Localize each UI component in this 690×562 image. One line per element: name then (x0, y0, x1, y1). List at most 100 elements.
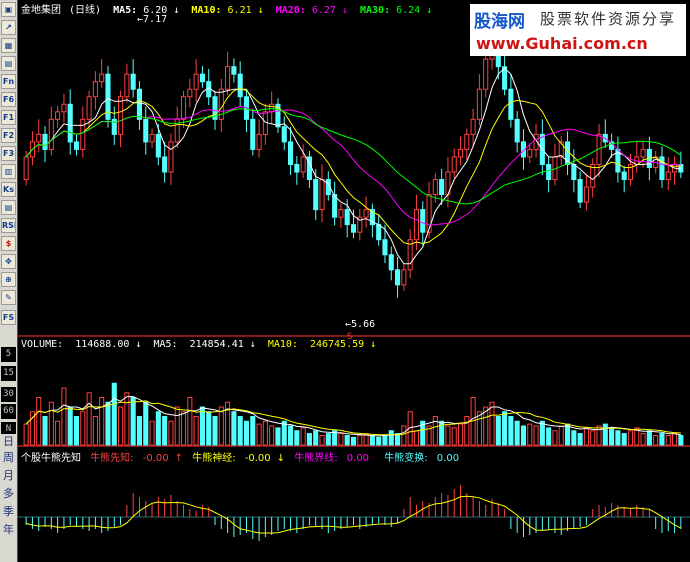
volume-bar (583, 427, 589, 446)
watermark-url: www.Guhai.com.cn (476, 34, 648, 53)
candle-body (231, 66, 237, 75)
volume-bar (596, 425, 602, 446)
volume-bar (508, 416, 514, 446)
volume-bar (646, 430, 652, 446)
volume-bar (143, 401, 149, 446)
candle-body (55, 111, 61, 120)
grid-icon[interactable]: ▦ (1, 38, 16, 53)
period-button-0[interactable]: 日 (1, 434, 16, 449)
volume-bar (558, 425, 564, 446)
candle-body (432, 179, 438, 196)
candle-body (281, 126, 287, 143)
candle-body (640, 148, 646, 158)
vol-ma10-legend: MA10: 246745.59 ↓ (267, 339, 377, 350)
period-button-5[interactable]: 年 (1, 522, 16, 537)
volume-bar (124, 392, 130, 446)
zoom-icon[interactable]: ⊕ (1, 272, 16, 287)
candle-body (476, 88, 482, 120)
move-icon[interactable]: ✥ (1, 254, 16, 269)
candle-body (344, 209, 350, 226)
volume-bar (533, 425, 539, 446)
fund-icon[interactable]: F6 (1, 92, 16, 107)
volume-bar (231, 411, 237, 446)
volume-bar (300, 427, 306, 446)
ma5-legend: MA5: 6.20 ↓ (113, 5, 180, 16)
window-icon[interactable]: ▣ (1, 2, 16, 17)
fund-icon[interactable]: F1 (1, 110, 16, 125)
rsi-icon[interactable]: RSI (1, 218, 16, 233)
dmi-icon[interactable]: ▤ (1, 200, 16, 215)
chart-area[interactable]: ←7.17 ←5.66 S (17, 0, 690, 562)
candle-body (149, 133, 155, 143)
candle-body (199, 73, 205, 83)
candle-body (457, 148, 464, 158)
ks-icon[interactable]: Ks (1, 182, 16, 197)
volume-bar (313, 430, 319, 446)
volume-scale-label: 15 (1, 366, 16, 381)
indicator-line2: 牛熊神经: -0.00 ↓ (192, 453, 286, 464)
fund-icon[interactable]: Fn (1, 74, 16, 89)
fs-icon[interactable]: FS (1, 310, 16, 325)
volume-bar (564, 423, 571, 446)
volume-bar (382, 435, 388, 446)
volume-bar (168, 420, 174, 446)
fund-icon[interactable]: F3 (1, 146, 16, 161)
volume-bar (319, 435, 325, 446)
indicator-header: 个股牛熊先知 牛熊先知: -0.00 ↑ 牛熊神经: -0.00 ↓ 牛熊界线: 0… (21, 449, 471, 464)
volume-bar (502, 411, 508, 446)
period-button-2[interactable]: 月 (1, 468, 16, 483)
ma10-legend: MA10: 6.21 ↓ (191, 5, 264, 16)
fund-icon[interactable]: F2 (1, 128, 16, 143)
table-icon[interactable]: ▤ (1, 56, 16, 71)
line-chart-icon[interactable]: ↗ (1, 20, 16, 35)
dollar-icon[interactable]: $ (1, 236, 16, 251)
volume-bar (520, 425, 527, 446)
candle-body (155, 133, 161, 158)
volume-bar (514, 420, 520, 446)
volume-bar (325, 433, 331, 446)
volume-bar (149, 420, 155, 446)
period-label: (日线) (69, 5, 102, 16)
candle-body (546, 163, 552, 181)
candle-body (288, 141, 294, 165)
volume-bar (546, 427, 552, 446)
volume-bar (243, 420, 250, 446)
candle-body (162, 156, 168, 173)
candle-body (256, 133, 262, 150)
low-price-marker: ←5.66 (345, 319, 375, 330)
candle-body (527, 148, 533, 158)
volume-bar (80, 411, 86, 446)
volume-bar (136, 416, 143, 446)
candle-body (130, 73, 136, 90)
watermark-slogan: 股票软件资源分享 (540, 10, 677, 28)
candle-body (294, 163, 300, 173)
candlestick-icon[interactable]: ▥ (1, 164, 16, 179)
candle-body (413, 209, 419, 241)
volume-bar (413, 430, 419, 446)
candle-body (300, 156, 306, 173)
volume-bar (344, 435, 350, 446)
candle-body (48, 118, 54, 150)
volume-bar (571, 430, 577, 446)
volume-bar (495, 416, 501, 446)
volume-bar (665, 435, 671, 446)
volume-bar (451, 427, 457, 446)
volume-bar (577, 433, 583, 446)
candle-body (250, 118, 256, 150)
period-button-3[interactable]: 多 (1, 486, 16, 501)
candle-body (187, 88, 193, 98)
volume-bar (86, 392, 92, 446)
period-button-4[interactable]: 季 (1, 504, 16, 519)
candle-body (621, 171, 627, 181)
candle-body (124, 73, 130, 98)
volume-bar (457, 423, 464, 446)
indicator-name: 个股牛熊先知 (21, 453, 81, 464)
volume-bar (432, 416, 438, 446)
volume-header: VOLUME: 114688.00 ↓ MA5: 214854.41 ↓ MA10:… (21, 339, 382, 350)
volume-bar (269, 425, 275, 446)
candle-body (86, 96, 92, 120)
pencil-icon[interactable]: ✎ (1, 290, 16, 305)
period-button-1[interactable]: 周 (1, 450, 16, 465)
candle-body (388, 254, 394, 271)
volume-bar (212, 416, 218, 446)
